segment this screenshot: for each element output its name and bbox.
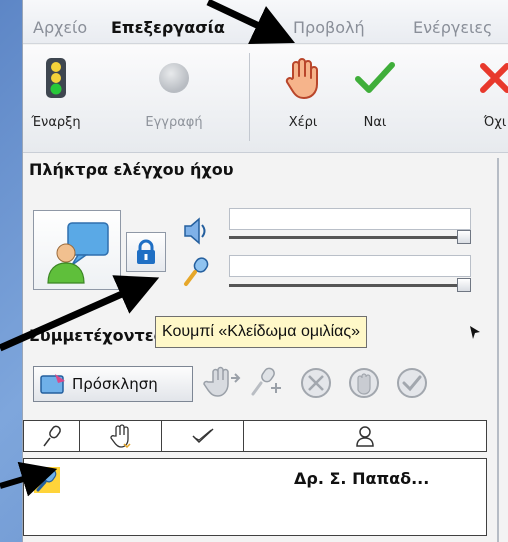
annotation-arrows xyxy=(0,0,296,497)
arrow-to-speaker xyxy=(0,461,58,497)
arrow-to-hand xyxy=(206,0,296,45)
arrow-to-lock xyxy=(0,275,160,352)
